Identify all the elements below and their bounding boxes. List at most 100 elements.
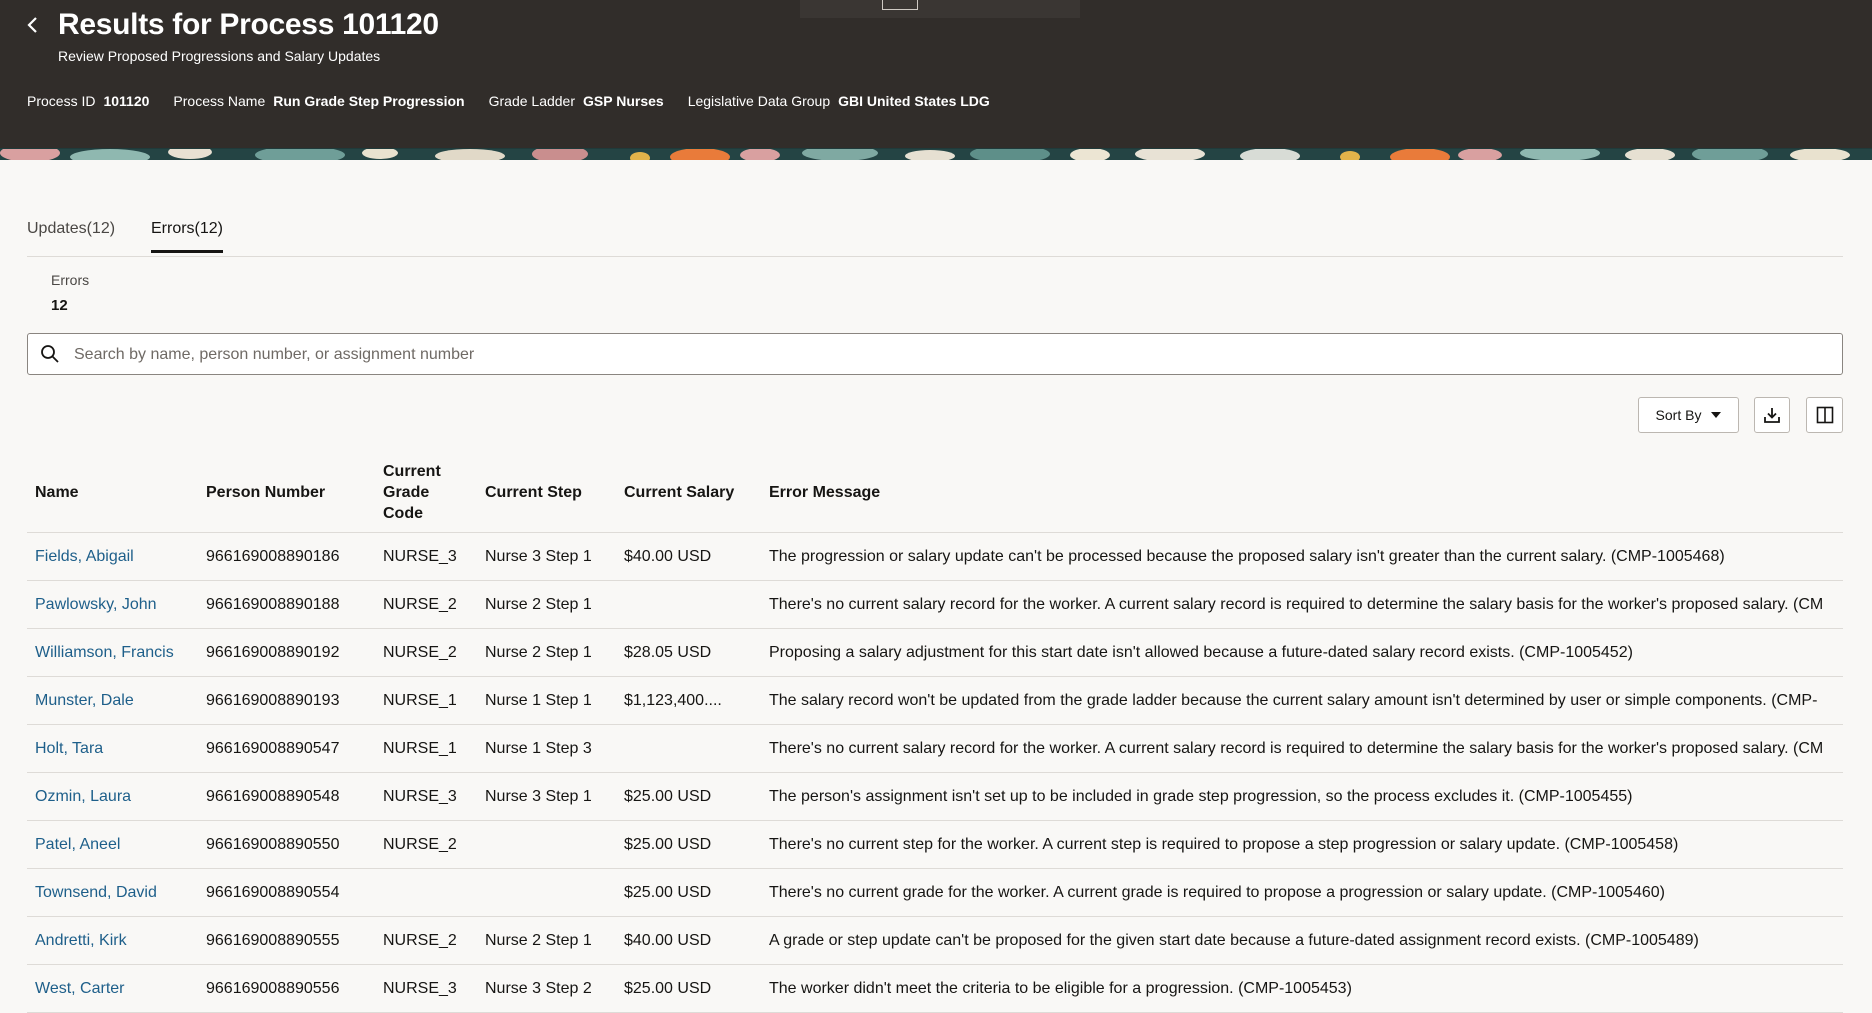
columns-button[interactable] bbox=[1806, 397, 1843, 433]
error-message-cell: There's no current step for the worker. … bbox=[761, 820, 1843, 869]
table-row[interactable]: Ozmin, Laura 966169008890548 NURSE_3 Nur… bbox=[27, 772, 1843, 821]
decorative-banner bbox=[0, 148, 1872, 160]
meta-process-id: Process ID 101120 bbox=[27, 93, 149, 109]
grade-code-cell: NURSE_3 bbox=[375, 964, 477, 1013]
tab-bar: Updates(12) Errors(12) bbox=[27, 216, 1843, 257]
current-step-cell: Nurse 1 Step 1 bbox=[477, 676, 616, 725]
process-meta: Process ID 101120 Process Name Run Grade S… bbox=[27, 93, 1014, 109]
current-salary-cell bbox=[616, 724, 761, 773]
errors-table: Name Person Number Current Grade Code Cu… bbox=[27, 452, 1843, 1013]
table-row[interactable]: Pawlowsky, John 966169008890188 NURSE_2 … bbox=[27, 580, 1843, 629]
grade-code-cell: NURSE_2 bbox=[375, 580, 477, 629]
table-row[interactable]: Townsend, David 966169008890554 $25.00 U… bbox=[27, 868, 1843, 917]
collapse-handle-button[interactable] bbox=[882, 0, 918, 10]
grade-code-cell: NURSE_3 bbox=[375, 532, 477, 581]
search-icon bbox=[41, 345, 59, 363]
table-row[interactable]: Holt, Tara 966169008890547 NURSE_1 Nurse… bbox=[27, 724, 1843, 773]
person-number-cell: 966169008890547 bbox=[198, 724, 375, 773]
meta-value: 101120 bbox=[103, 93, 150, 109]
back-button[interactable] bbox=[20, 12, 46, 38]
error-message-cell: The progression or salary update can't b… bbox=[761, 532, 1843, 581]
errors-count-label: Errors bbox=[51, 272, 90, 288]
errors-count-value: 12 bbox=[51, 297, 68, 314]
person-number-cell: 966169008890192 bbox=[198, 628, 375, 677]
person-name-link[interactable]: Andretti, Kirk bbox=[35, 932, 127, 949]
person-name-link[interactable]: Holt, Tara bbox=[35, 740, 103, 757]
table-row[interactable]: Munster, Dale 966169008890193 NURSE_1 Nu… bbox=[27, 676, 1843, 725]
grade-code-cell: NURSE_1 bbox=[375, 676, 477, 725]
person-name-link[interactable]: Williamson, Francis bbox=[35, 644, 174, 661]
person-name-link[interactable]: Fields, Abigail bbox=[35, 548, 134, 565]
current-step-cell: Nurse 1 Step 3 bbox=[477, 724, 616, 773]
current-step-cell: Nurse 3 Step 2 bbox=[477, 964, 616, 1013]
page-title: Results for Process 101120 bbox=[58, 8, 439, 41]
column-header-name[interactable]: Name bbox=[27, 452, 198, 533]
table-row[interactable]: Andretti, Kirk 966169008890555 NURSE_2 N… bbox=[27, 916, 1843, 965]
meta-label: Grade Ladder bbox=[488, 93, 576, 109]
person-number-cell: 966169008890548 bbox=[198, 772, 375, 821]
person-number-cell: 966169008890193 bbox=[198, 676, 375, 725]
meta-label: Process ID bbox=[27, 93, 96, 109]
current-step-cell: Nurse 2 Step 1 bbox=[477, 916, 616, 965]
error-message-cell: The person's assignment isn't set up to … bbox=[761, 772, 1843, 821]
current-salary-cell: $25.00 USD bbox=[616, 868, 761, 917]
meta-label: Legislative Data Group bbox=[687, 93, 831, 109]
current-salary-cell: $40.00 USD bbox=[616, 532, 761, 581]
table-row[interactable]: Fields, Abigail 966169008890186 NURSE_3 … bbox=[27, 532, 1843, 581]
person-name-link[interactable]: Pawlowsky, John bbox=[35, 596, 157, 613]
current-salary-cell: $28.05 USD bbox=[616, 628, 761, 677]
column-header-person-number[interactable]: Person Number bbox=[198, 452, 375, 533]
person-number-cell: 966169008890550 bbox=[198, 820, 375, 869]
current-salary-cell: $25.00 USD bbox=[616, 772, 761, 821]
tab-updates[interactable]: Updates(12) bbox=[27, 220, 115, 250]
error-message-cell: There's no current salary record for the… bbox=[761, 724, 1843, 773]
tab-errors[interactable]: Errors(12) bbox=[151, 220, 224, 253]
current-salary-cell: $25.00 USD bbox=[616, 820, 761, 869]
download-icon bbox=[1764, 408, 1780, 423]
current-salary-cell: $40.00 USD bbox=[616, 916, 761, 965]
current-step-cell: Nurse 3 Step 1 bbox=[477, 532, 616, 581]
error-message-cell: There's no current salary record for the… bbox=[761, 580, 1843, 629]
meta-legislative-data-group: Legislative Data Group GBI United States … bbox=[688, 93, 990, 109]
column-header-current-step[interactable]: Current Step bbox=[477, 452, 616, 533]
person-name-link[interactable]: Munster, Dale bbox=[35, 692, 134, 709]
column-header-error-message[interactable]: Error Message bbox=[761, 452, 1843, 533]
caret-down-icon bbox=[1711, 412, 1722, 418]
table-header-row: Name Person Number Current Grade Code Cu… bbox=[27, 452, 1843, 533]
columns-icon bbox=[1816, 406, 1833, 424]
download-button[interactable] bbox=[1754, 397, 1790, 433]
current-step-cell bbox=[477, 868, 616, 917]
person-name-link[interactable]: Ozmin, Laura bbox=[35, 788, 131, 805]
error-message-cell: Proposing a salary adjustment for this s… bbox=[761, 628, 1843, 677]
page-subtitle: Review Proposed Progressions and Salary … bbox=[58, 48, 381, 64]
person-number-cell: 966169008890556 bbox=[198, 964, 375, 1013]
sort-by-button[interactable]: Sort By bbox=[1638, 397, 1739, 433]
person-number-cell: 966169008890554 bbox=[198, 868, 375, 917]
grade-code-cell bbox=[375, 868, 477, 917]
grade-code-cell: NURSE_2 bbox=[375, 820, 477, 869]
current-step-cell bbox=[477, 820, 616, 869]
table-row[interactable]: West, Carter 966169008890556 NURSE_3 Nur… bbox=[27, 964, 1843, 1013]
meta-value: GSP Nurses bbox=[583, 93, 664, 109]
grade-code-cell: NURSE_2 bbox=[375, 916, 477, 965]
search-input[interactable] bbox=[72, 334, 1826, 376]
chevron-left-icon bbox=[27, 17, 37, 33]
column-header-current-salary[interactable]: Current Salary bbox=[616, 452, 761, 533]
person-number-cell: 966169008890188 bbox=[198, 580, 375, 629]
person-name-link[interactable]: Patel, Aneel bbox=[35, 836, 120, 853]
person-number-cell: 966169008890555 bbox=[198, 916, 375, 965]
meta-value: GBI United States LDG bbox=[838, 93, 990, 109]
column-header-grade-code[interactable]: Current Grade Code bbox=[375, 452, 477, 533]
error-message-cell: A grade or step update can't be proposed… bbox=[761, 916, 1843, 965]
current-step-cell: Nurse 2 Step 1 bbox=[477, 628, 616, 677]
meta-value: Run Grade Step Progression bbox=[273, 93, 465, 109]
person-name-link[interactable]: Townsend, David bbox=[35, 884, 157, 901]
top-handle bbox=[800, 0, 1080, 18]
error-message-cell: There's no current grade for the worker.… bbox=[761, 868, 1843, 917]
person-name-link[interactable]: West, Carter bbox=[35, 980, 125, 997]
current-salary-cell: $25.00 USD bbox=[616, 964, 761, 1013]
search-box bbox=[27, 333, 1843, 376]
page-header: Results for Process 101120 Review Propos… bbox=[0, 0, 1872, 148]
table-row[interactable]: Patel, Aneel 966169008890550 NURSE_2 $25… bbox=[27, 820, 1843, 869]
table-row[interactable]: Williamson, Francis 966169008890192 NURS… bbox=[27, 628, 1843, 677]
